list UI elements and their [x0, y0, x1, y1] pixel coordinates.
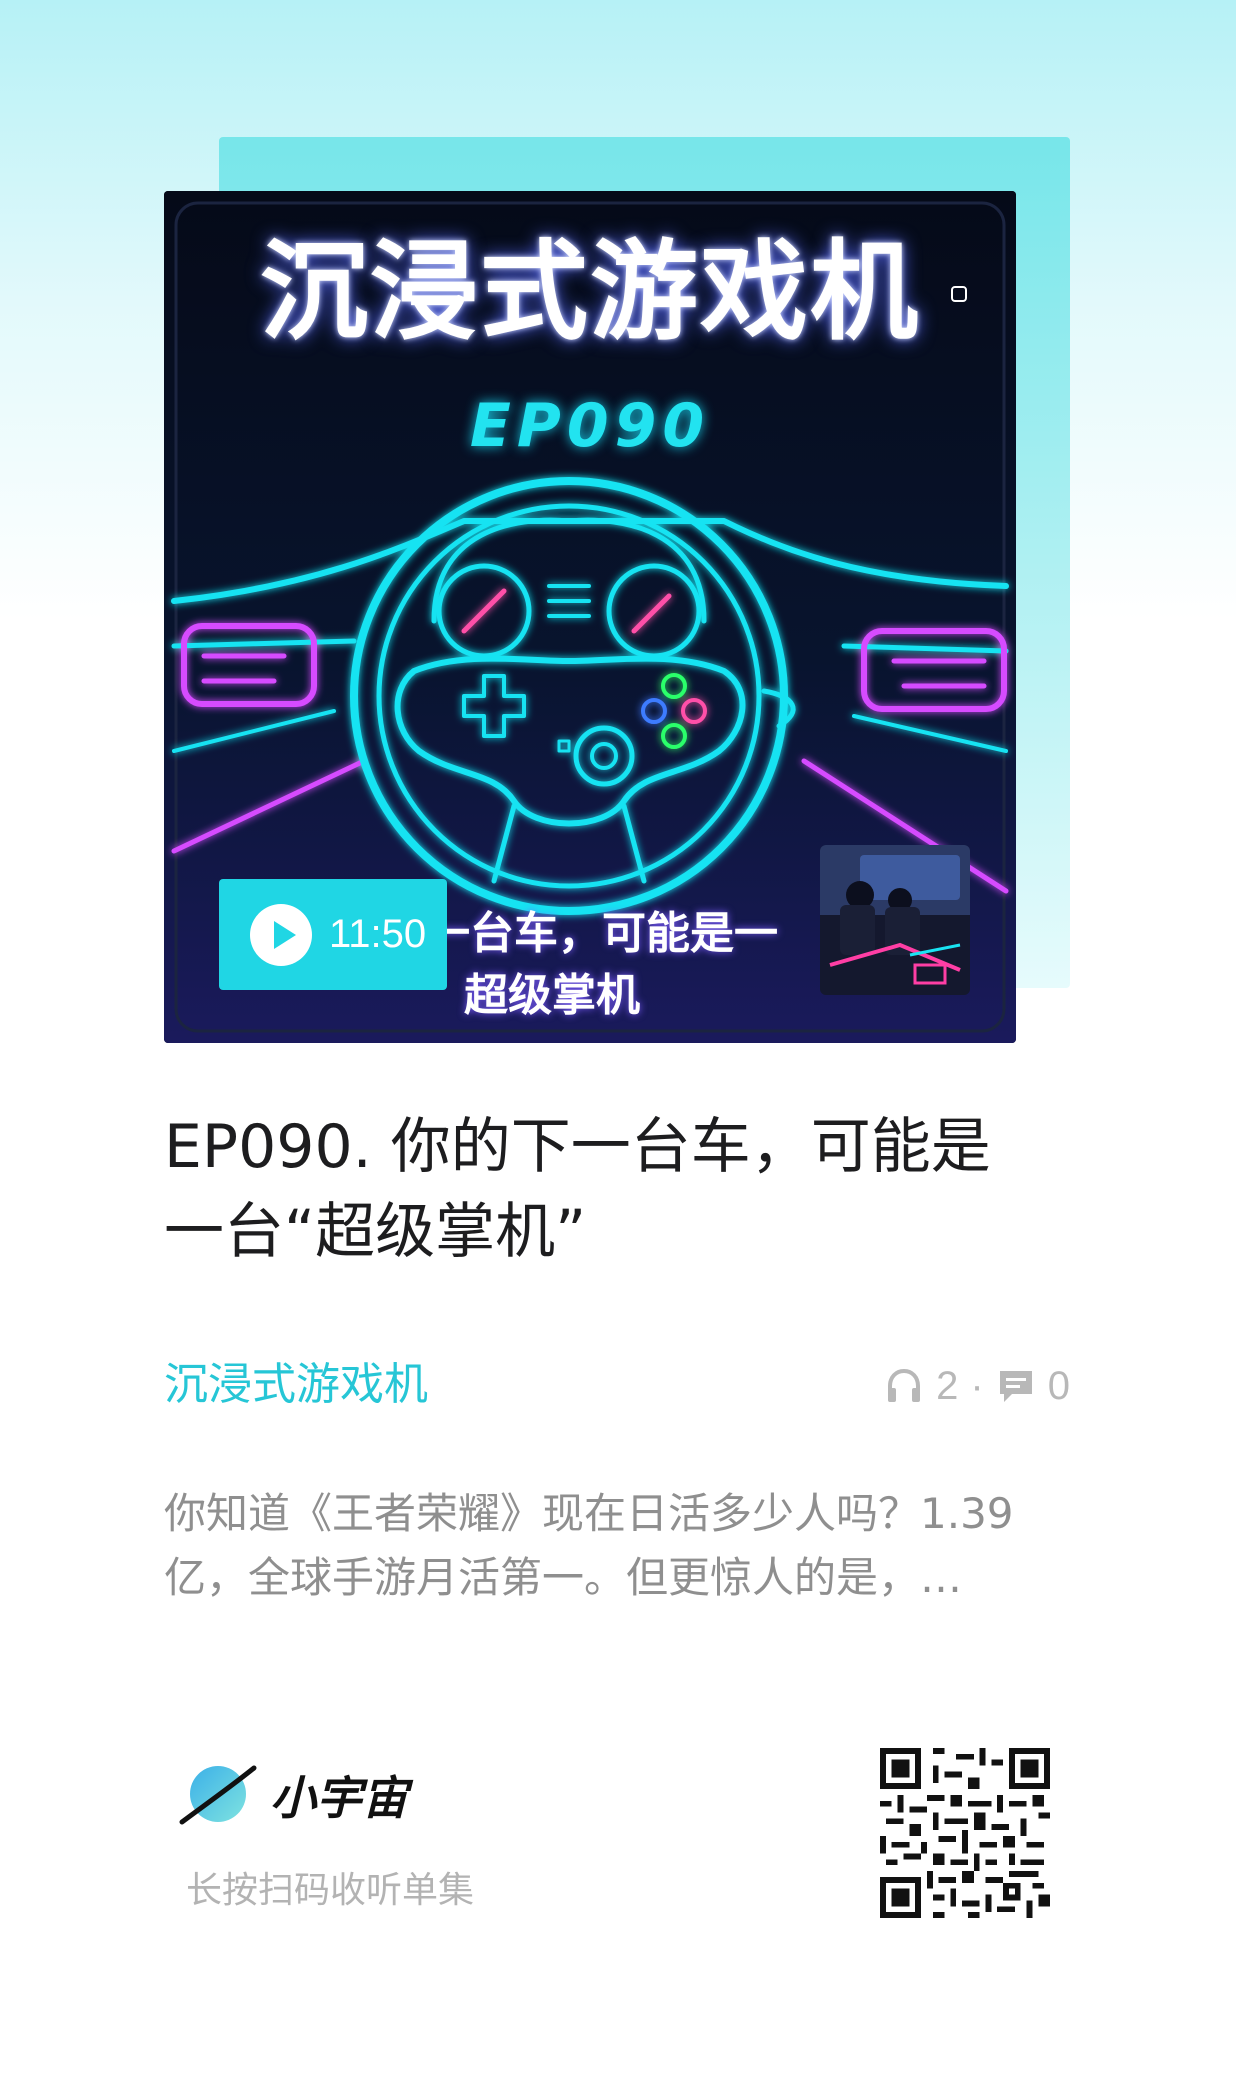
planet-logo-icon — [179, 1765, 257, 1825]
play-icon — [250, 904, 312, 966]
cover-episode-code: EP090 — [469, 391, 711, 461]
podcast-name-link[interactable]: 沉浸式游戏机 — [164, 1355, 428, 1415]
qr-code[interactable] — [880, 1748, 1050, 1918]
headphones-icon — [888, 1368, 921, 1402]
brand-name: 小宇宙 — [270, 1771, 408, 1825]
cover-title: 沉浸式游戏机 — [259, 230, 920, 355]
play-count: 2 — [936, 1363, 959, 1408]
comment-icon — [999, 1371, 1032, 1402]
cover-subtitle-line1: 一台车，可能是一 — [426, 908, 778, 959]
cover-thumbnail — [820, 845, 970, 995]
stats-separator: · — [970, 1363, 984, 1408]
scan-hint-text: 长按扫码收听单集 — [186, 1870, 475, 1911]
cover-subtitle-line2: 超级掌机 — [464, 970, 640, 1021]
episode-stats: 2 · 0 — [884, 1360, 1070, 1412]
episode-duration: 11:50 — [329, 912, 427, 956]
play-button[interactable]: 11:50 — [219, 879, 447, 990]
episode-cover-art[interactable]: 沉浸式游戏机 EP090 一台车，可能是一 超级掌机 11:50 — [164, 191, 1016, 1043]
episode-description: 你知道《王者荣耀》现在日活多少人吗？1.39亿，全球手游月活第一。但更惊人的是，… — [164, 1489, 1014, 1602]
comment-count: 0 — [1047, 1363, 1070, 1408]
episode-title: EP090. 你的下一台车，可能是一台“超级掌机” — [164, 1112, 991, 1267]
brand-logo: 小宇宙 — [178, 1760, 408, 1830]
